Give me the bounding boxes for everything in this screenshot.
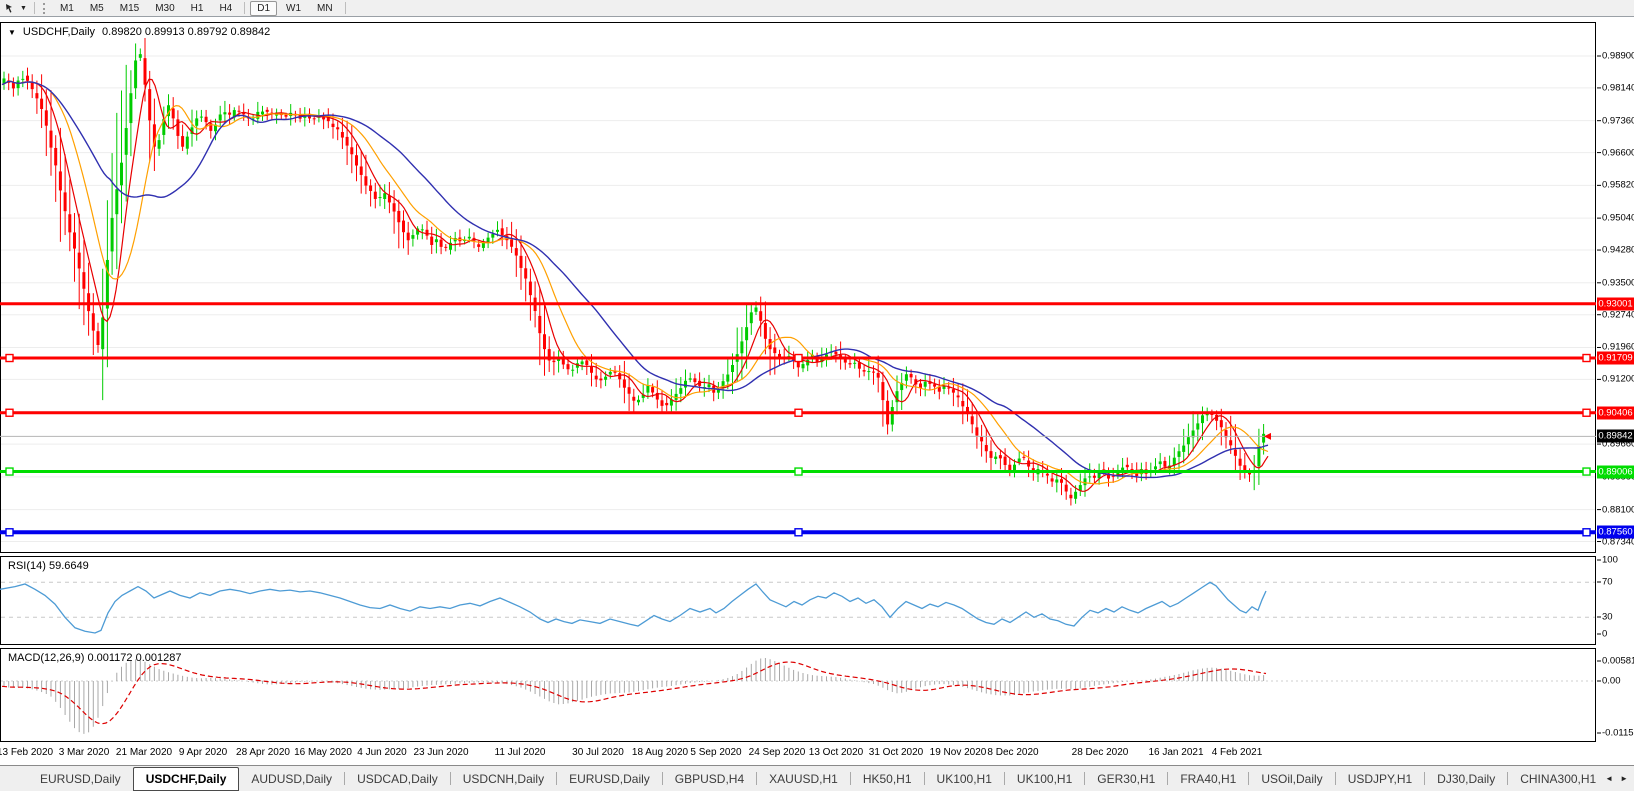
price-flag-0.91709: 0.91709 [1597, 351, 1634, 365]
macd-scale-bottom: -0.011515 [1602, 727, 1634, 739]
chart-tab-xauusd-h1[interactable]: XAUUSD,H1 [757, 767, 850, 791]
chart-tab-audusd-daily[interactable]: AUDUSD,Daily [239, 767, 344, 791]
date-tick-label: 3 Mar 2020 [58, 747, 110, 758]
current-price-flag: 0.89842 [1597, 429, 1634, 443]
macd-scale-top: 0.005818 [1602, 655, 1634, 667]
hline-handle[interactable] [5, 467, 14, 476]
price-flag-0.87560: 0.87560 [1597, 525, 1634, 539]
price-tick-label: 0.88100 [1602, 504, 1634, 516]
chart-tab-usdcad-daily[interactable]: USDCAD,Daily [345, 767, 450, 791]
price-flag-0.93001: 0.93001 [1597, 297, 1634, 311]
tab-scroll-right-icon[interactable]: ► [1620, 774, 1628, 783]
chart-tab-gbpusd-h4[interactable]: GBPUSD,H4 [663, 767, 756, 791]
pane-border [0, 556, 1596, 645]
chart-tab-china300-h1[interactable]: CHINA300,H1 [1508, 767, 1608, 791]
date-tick-label: 31 Oct 2020 [868, 747, 924, 758]
rsi-scale-label: 0 [1602, 628, 1608, 640]
hline-handle[interactable] [794, 528, 803, 537]
chart-graphics[interactable] [0, 0, 1634, 791]
price-flag-0.90406: 0.90406 [1597, 406, 1634, 420]
date-tick-label: 4 Feb 2021 [1211, 747, 1263, 758]
price-tick-label: 0.95820 [1602, 179, 1634, 191]
chart-tab-fra40-h1[interactable]: FRA40,H1 [1168, 767, 1248, 791]
date-tick-label: 9 Apr 2020 [178, 747, 228, 758]
date-tick-label: 16 May 2020 [294, 747, 352, 758]
hline-handle[interactable] [5, 528, 14, 537]
price-tick-label: 0.94280 [1602, 244, 1634, 256]
pane-border [0, 648, 1596, 742]
chart-tab-dj30-daily[interactable]: DJ30,Daily [1425, 767, 1507, 791]
rsi-scale-label: 70 [1602, 576, 1613, 588]
chart-ohlc-values: 0.89820 0.89913 0.89792 0.89842 [102, 26, 271, 38]
date-tick-label: 8 Dec 2020 [987, 747, 1039, 758]
rsi-line [0, 581, 1267, 634]
hline-handle[interactable] [794, 467, 803, 476]
price-tick-label: 0.97360 [1602, 115, 1634, 127]
chart-tab-usdjpy-h1[interactable]: USDJPY,H1 [1336, 767, 1424, 791]
chart-tab-usoil-daily[interactable]: USOil,Daily [1249, 767, 1334, 791]
symbol-collapse-icon[interactable]: ▼ [8, 28, 16, 37]
hline-handle[interactable] [794, 408, 803, 417]
candlestick-series [2, 37, 1266, 506]
date-tick-label: 11 Jul 2020 [494, 747, 546, 758]
price-tick-label: 0.91200 [1602, 373, 1634, 385]
tab-scroll-buttons: ◄ ► [1601, 766, 1634, 791]
tab-scroll-left-icon[interactable]: ◄ [1605, 774, 1613, 783]
chart-tab-usdcnh-daily[interactable]: USDCNH,Daily [451, 767, 556, 791]
rsi-scale-label: 30 [1602, 611, 1613, 623]
macd-indicator-label: MACD(12,26,9) 0.001172 0.001287 [8, 652, 182, 664]
date-tick-label: 4 Jun 2020 [357, 747, 407, 758]
chart-title: ▼ USDCHF,Daily 0.89820 0.89913 0.89792 0… [8, 26, 270, 38]
chart-tab-eurusd-daily[interactable]: EURUSD,Daily [557, 767, 662, 791]
hline-handle[interactable] [1582, 528, 1591, 537]
chart-tab-ger30-h1[interactable]: GER30,H1 [1085, 767, 1167, 791]
price-tick-label: 0.95040 [1602, 212, 1634, 224]
macd-scale-zero: 0.00 [1602, 675, 1621, 687]
hline-handle[interactable] [1582, 353, 1591, 363]
chart-tab-hk50-h1[interactable]: HK50,H1 [851, 767, 924, 791]
date-tick-label: 13 Feb 2020 [0, 747, 54, 758]
hline-handle[interactable] [5, 408, 14, 417]
date-tick-label: 24 Sep 2020 [748, 747, 806, 758]
chart-tab-eurusd-daily[interactable]: EURUSD,Daily [28, 767, 133, 791]
hline-handle[interactable] [5, 353, 14, 363]
date-tick-label: 23 Jun 2020 [413, 747, 469, 758]
macd-histogram [3, 657, 1265, 734]
trading-platform-window: ▼ M1 M5 M15 M30 H1 H4 D1 W1 MN ▼ USDCHF,Daily 0.… [0, 0, 1634, 791]
chart-tab-uk100-h1[interactable]: UK100,H1 [1005, 767, 1084, 791]
date-tick-label: 13 Oct 2020 [808, 747, 864, 758]
rsi-indicator-label: RSI(14) 59.6649 [8, 560, 89, 572]
date-tick-label: 28 Apr 2020 [236, 747, 290, 758]
chart-tab-uk100-h1[interactable]: UK100,H1 [925, 767, 1004, 791]
macd-signal-line [1, 661, 1267, 725]
price-tick-label: 0.93500 [1602, 277, 1634, 289]
hline-handle[interactable] [794, 353, 803, 363]
chart-symbol-label: USDCHF,Daily [22, 26, 96, 38]
price-tick-label: 0.92740 [1602, 309, 1634, 321]
price-flag-0.89006: 0.89006 [1597, 465, 1634, 479]
date-tick-label: 30 Jul 2020 [572, 747, 624, 758]
date-tick-label: 5 Sep 2020 [690, 747, 742, 758]
price-tick-label: 0.98900 [1602, 50, 1634, 62]
price-tick-label: 0.98140 [1602, 82, 1634, 94]
hline-handle[interactable] [1582, 467, 1591, 476]
date-tick-label: 19 Nov 2020 [929, 747, 987, 758]
date-tick-label: 16 Jan 2021 [1148, 747, 1204, 758]
date-tick-label: 18 Aug 2020 [631, 747, 689, 758]
price-tick-label: 0.96600 [1602, 147, 1634, 159]
chart-tab-bar: EURUSD,Daily USDCHF,Daily AUDUSD,Daily USDC… [0, 765, 1634, 791]
chart-tab-usdchf-daily[interactable]: USDCHF,Daily [132, 766, 240, 791]
date-tick-label: 21 Mar 2020 [115, 747, 173, 758]
date-tick-label: 28 Dec 2020 [1071, 747, 1129, 758]
hline-handle[interactable] [1582, 408, 1591, 417]
rsi-scale-label: 100 [1602, 554, 1618, 566]
